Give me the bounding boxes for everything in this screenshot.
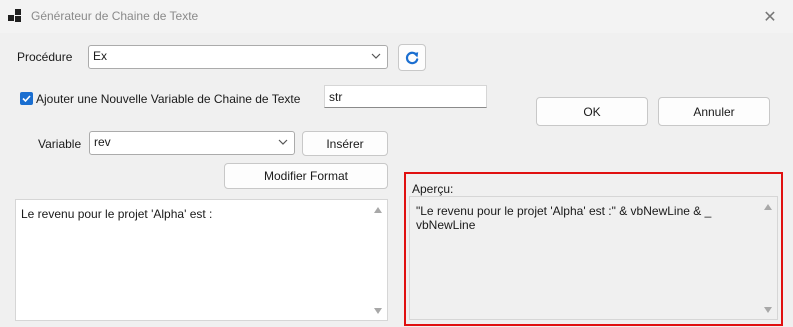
preview-label: Aperçu:	[412, 182, 454, 196]
add-variable-label: Ajouter une Nouvelle Variable de Chaine …	[36, 92, 301, 106]
variable-label: Variable	[38, 137, 82, 151]
preview-content: "Le revenu pour le projet 'Alpha' est :"…	[416, 204, 755, 232]
procedure-select[interactable]: Ex	[88, 45, 388, 69]
variable-value: rev	[94, 135, 111, 149]
scroll-up-icon[interactable]	[764, 204, 772, 210]
refresh-icon	[405, 51, 419, 64]
modify-format-button[interactable]: Modifier Format	[224, 163, 388, 189]
variable-name-input[interactable]	[325, 86, 486, 107]
close-icon: ✕	[763, 8, 777, 26]
procedure-label: Procédure	[17, 50, 73, 64]
text-input-content: Le revenu pour le projet 'Alpha' est :	[21, 207, 213, 221]
ok-button[interactable]: OK	[536, 97, 648, 126]
close-button[interactable]: ✕	[747, 0, 793, 33]
add-variable-checkbox[interactable]	[20, 92, 33, 105]
preview-line-2: vbNewLine	[416, 218, 476, 232]
preview-scrollbar[interactable]	[761, 198, 775, 318]
chevron-down-icon	[371, 53, 381, 59]
insert-button[interactable]: Insérer	[302, 131, 388, 156]
text-input-scrollbar[interactable]	[371, 201, 385, 319]
checkmark-icon	[22, 95, 31, 103]
scroll-up-icon[interactable]	[374, 207, 382, 213]
procedure-value: Ex	[93, 49, 108, 63]
app-icon	[8, 9, 22, 23]
cancel-button[interactable]: Annuler	[658, 97, 770, 126]
preview-line-1: "Le revenu pour le projet 'Alpha' est :"…	[416, 204, 712, 218]
preview-text-area: "Le revenu pour le projet 'Alpha' est :"…	[409, 196, 778, 320]
title-bar: Générateur de Chaine de Texte ✕	[0, 0, 793, 33]
scroll-down-icon[interactable]	[764, 307, 772, 313]
variable-select[interactable]: rev	[89, 131, 295, 155]
window-title: Générateur de Chaine de Texte	[31, 9, 199, 23]
refresh-button[interactable]	[398, 44, 426, 71]
variable-name-field[interactable]	[324, 85, 487, 108]
text-input-area[interactable]: Le revenu pour le projet 'Alpha' est :	[15, 199, 388, 321]
scroll-down-icon[interactable]	[374, 308, 382, 314]
chevron-down-icon	[278, 139, 288, 145]
preview-highlight: Aperçu: "Le revenu pour le projet 'Alpha…	[404, 172, 783, 326]
